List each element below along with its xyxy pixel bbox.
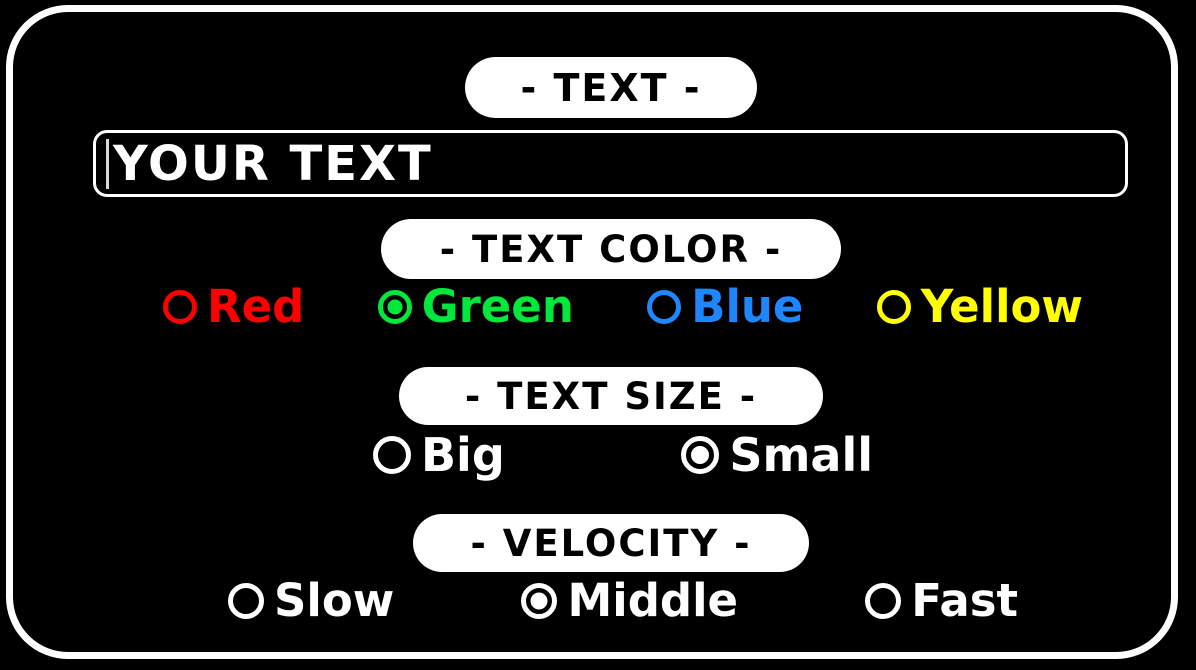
radio-label-red: Red: [207, 280, 305, 333]
radio-label-blue: Blue: [691, 280, 804, 333]
radio-icon-yellow[interactable]: [876, 289, 911, 324]
radio-group-text-size: Big Small: [373, 432, 873, 478]
radio-icon-blue[interactable]: [647, 289, 682, 324]
radio-label-yellow: Yellow: [920, 280, 1083, 333]
radio-option-slow[interactable]: Slow: [228, 578, 394, 623]
radio-label-slow: Slow: [274, 574, 395, 627]
section-header-text-size: - TEXT SIZE -: [399, 367, 823, 425]
radio-option-middle[interactable]: Middle: [521, 578, 738, 623]
radio-icon-green[interactable]: [377, 289, 412, 324]
section-header-text: - TEXT -: [465, 57, 757, 118]
radio-option-red[interactable]: Red: [163, 284, 304, 329]
radio-option-big[interactable]: Big: [373, 432, 505, 478]
radio-label-big: Big: [421, 428, 505, 482]
section-header-velocity: - VELOCITY -: [413, 514, 809, 572]
radio-icon-red[interactable]: [163, 289, 197, 324]
radio-label-middle: Middle: [567, 574, 739, 627]
radio-label-small: Small: [729, 428, 873, 482]
radio-option-green[interactable]: Green: [377, 280, 574, 333]
radio-label-green: Green: [421, 280, 574, 333]
text-input[interactable]: YOUR TEXT: [93, 130, 1128, 197]
text-input-value: YOUR TEXT: [113, 135, 433, 192]
radio-option-small[interactable]: Small: [681, 432, 873, 478]
radio-label-fast: Fast: [911, 574, 1018, 627]
radio-option-fast[interactable]: Fast: [865, 578, 1018, 623]
radio-group-velocity: Slow Middle Fast: [228, 578, 1018, 623]
app-frame: - TEXT - YOUR TEXT - TEXT COLOR - Red Gr…: [6, 5, 1178, 659]
radio-icon-small[interactable]: [681, 436, 720, 474]
radio-icon-slow[interactable]: [228, 582, 264, 619]
radio-option-yellow[interactable]: Yellow: [876, 280, 1083, 333]
radio-icon-big[interactable]: [373, 436, 411, 474]
radio-option-blue[interactable]: Blue: [647, 284, 803, 329]
text-caret: [106, 138, 109, 189]
radio-group-text-color: Red Green Blue Yellow: [163, 284, 1083, 329]
radio-icon-middle[interactable]: [521, 582, 558, 619]
radio-icon-fast[interactable]: [865, 582, 902, 619]
section-header-text-color: - TEXT COLOR -: [381, 219, 841, 279]
